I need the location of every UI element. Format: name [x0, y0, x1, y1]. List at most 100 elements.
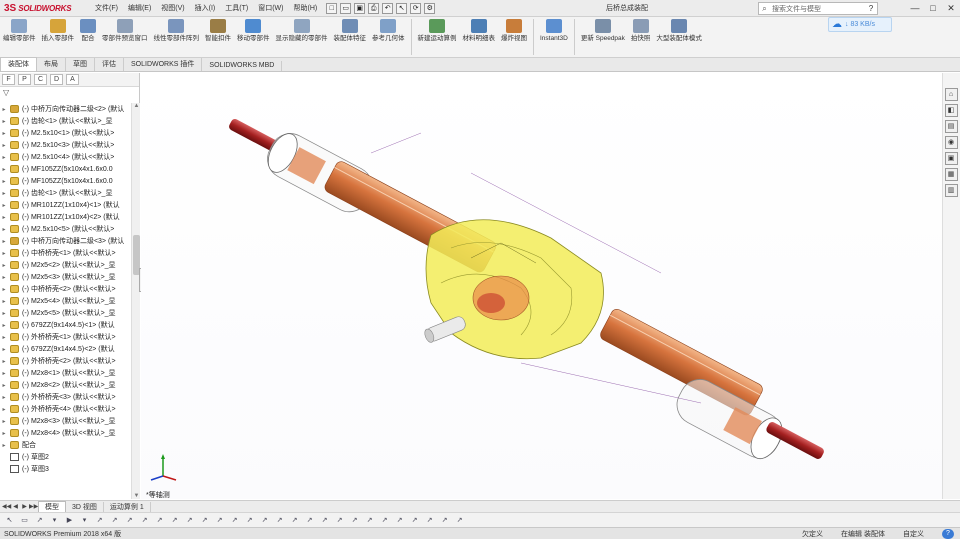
selection-tool-icon[interactable]: ↗	[139, 515, 150, 526]
tree-item[interactable]: ▸ (-) M2x8<1> (默认<<默认>_显	[0, 367, 131, 379]
ribbon-button[interactable]: 参考几何体	[372, 19, 405, 42]
tree-item[interactable]: ▸ (-) M2x5<3> (默认<<默认>_显	[0, 271, 131, 283]
select-icon[interactable]: ↖	[396, 2, 408, 14]
panel-tab-icon[interactable]: D	[50, 74, 63, 85]
selection-tool-icon[interactable]: ↗	[34, 515, 45, 526]
ribbon-button[interactable]: 显示隐藏的零部件	[276, 19, 328, 42]
tree-item[interactable]: ▸ (-) MF105ZZ(5x10x4x1.6x0.0	[0, 175, 131, 187]
ribbon-button[interactable]: 零部件预览窗口	[102, 19, 148, 42]
save-icon[interactable]: ▣	[354, 2, 366, 14]
tree-item[interactable]: ▸ (-) M2.5x10<4> (默认<<默认>	[0, 151, 131, 163]
selection-tool-icon[interactable]: ↗	[454, 515, 465, 526]
task-pane-icon[interactable]: ▦	[944, 168, 958, 181]
selection-tool-icon[interactable]: ↗	[229, 515, 240, 526]
tree-item[interactable]: ▸ (-) M2x5<4> (默认<<默认>_显	[0, 295, 131, 307]
tab-nav-icon[interactable]: ▶▶	[29, 503, 38, 510]
tree-item[interactable]: ▸ (-) MR101ZZ(1x10x4)<2> (默认	[0, 211, 131, 223]
selection-tool-icon[interactable]: ▾	[79, 515, 90, 526]
filter-icon[interactable]: ▽	[0, 87, 139, 99]
expand-icon[interactable]: ▸	[0, 214, 8, 221]
tree-item[interactable]: ▸ (-) M2x5<2> (默认<<默认>_显	[0, 259, 131, 271]
tab-nav-icon[interactable]: ◀	[11, 503, 20, 510]
menu-item[interactable]: 窗口(W)	[253, 3, 288, 13]
task-pane-icon[interactable]: ⌂	[944, 88, 958, 101]
tree-item[interactable]: ▸ (-) 外桥桥壳<3> (默认<<默认>	[0, 391, 131, 403]
tab-3d-views[interactable]: 3D 视图	[66, 501, 104, 512]
menu-item[interactable]: 工具(T)	[220, 3, 253, 13]
tree-item[interactable]: ▸ (-) 外桥桥壳<2> (默认<<默认>	[0, 355, 131, 367]
close-button[interactable]: ✕	[942, 0, 960, 17]
selection-tool-icon[interactable]: ↗	[364, 515, 375, 526]
task-pane-icon[interactable]: ▤	[944, 120, 958, 133]
ribbon-button[interactable]: 装配体特征	[334, 19, 366, 42]
expand-icon[interactable]: ▸	[0, 250, 8, 257]
tree-item[interactable]: ▸ (-) 679ZZ(9x14x4.5)<1> (默认	[0, 319, 131, 331]
expand-icon[interactable]: ▸	[0, 394, 8, 401]
selection-tool-icon[interactable]: ↗	[334, 515, 345, 526]
rear-axle-model[interactable]	[141, 73, 942, 499]
tab-model[interactable]: 模型	[38, 500, 66, 513]
selection-tool-icon[interactable]: ↗	[169, 515, 180, 526]
selection-tool-icon[interactable]: ↗	[154, 515, 165, 526]
ribbon-button[interactable]: 拍快照	[631, 19, 650, 42]
selection-tool-icon[interactable]: ↗	[424, 515, 435, 526]
tree-item[interactable]: ▸ (-) M2.5x10<5> (默认<<默认>	[0, 223, 131, 235]
panel-tab-icon[interactable]: F	[2, 74, 15, 85]
ribbon-button[interactable]: 更新 Speedpak	[581, 19, 625, 42]
solidworks-logo[interactable]: 3S SOLIDWORKS	[4, 3, 84, 14]
tree-item[interactable]: (-) 草图3	[0, 463, 131, 475]
tree-item[interactable]: ▸ (-) 齿轮<1> (默认<<默认>_显	[0, 187, 131, 199]
menu-item[interactable]: 帮助(H)	[288, 3, 322, 13]
panel-tab-icon[interactable]: A	[66, 74, 79, 85]
tree-item[interactable]: ▸ (-) 外桥桥壳<1> (默认<<默认>	[0, 331, 131, 343]
tree-item[interactable]: ▸ (-) M2x8<2> (默认<<默认>_显	[0, 379, 131, 391]
expand-icon[interactable]: ▸	[0, 262, 8, 269]
tree-item[interactable]: ▸ (-) 齿轮<1> (默认<<默认>_显	[0, 115, 131, 127]
tab-command[interactable]: 草图	[66, 58, 95, 71]
help-icon[interactable]: ?	[942, 528, 954, 539]
ribbon-button[interactable]: 插入零部件	[42, 19, 74, 42]
expand-icon[interactable]: ▸	[0, 142, 8, 149]
status-units[interactable]: 自定义	[903, 529, 924, 539]
expand-icon[interactable]: ▸	[0, 286, 8, 293]
expand-icon[interactable]: ▸	[0, 418, 8, 425]
expand-icon[interactable]: ▸	[0, 130, 8, 137]
selection-tool-icon[interactable]: ↗	[409, 515, 420, 526]
selection-tool-icon[interactable]: ↖	[4, 515, 15, 526]
menu-item[interactable]: 编辑(E)	[123, 3, 156, 13]
tree-item[interactable]: ▸ (-) M2.5x10<3> (默认<<默认>	[0, 139, 131, 151]
expand-icon[interactable]: ▸	[0, 406, 8, 413]
menu-item[interactable]: 插入(I)	[190, 3, 221, 13]
expand-icon[interactable]: ▸	[0, 190, 8, 197]
selection-tool-icon[interactable]: ▭	[19, 515, 30, 526]
expand-icon[interactable]: ▸	[0, 358, 8, 365]
expand-icon[interactable]: ▸	[0, 430, 8, 437]
expand-icon[interactable]: ▸	[0, 334, 8, 341]
ribbon-button[interactable]: 线性零部件阵列	[154, 19, 199, 42]
tree-item[interactable]: ▸ (-) 中桥万向传动器二级<3> (默认	[0, 235, 131, 247]
expand-icon[interactable]: ▸	[0, 238, 8, 245]
selection-tool-icon[interactable]: ↗	[109, 515, 120, 526]
differential-housing[interactable]	[425, 219, 604, 360]
expand-icon[interactable]: ▸	[0, 274, 8, 281]
tree-item[interactable]: ▸ (-) MF105ZZ(5x10x4x1.6x0.0	[0, 163, 131, 175]
tab-command[interactable]: 评估	[95, 58, 124, 71]
selection-tool-icon[interactable]: ↗	[214, 515, 225, 526]
tree-item[interactable]: ▸ (-) 外桥桥壳<4> (默认<<默认>	[0, 403, 131, 415]
undo-icon[interactable]: ↶	[382, 2, 394, 14]
task-pane-icon[interactable]: ◧	[944, 104, 958, 117]
tree-item[interactable]: ▸ (-) 679ZZ(9x14x4.5)<2> (默认	[0, 343, 131, 355]
ribbon-button[interactable]: 新建运动算例	[418, 19, 457, 42]
selection-tool-icon[interactable]: ↗	[379, 515, 390, 526]
expand-icon[interactable]: ▸	[0, 310, 8, 317]
ribbon-button[interactable]: Instant3D	[540, 19, 568, 42]
tree-item[interactable]: ▸ (-) 中桥桥壳<2> (默认<<默认>	[0, 283, 131, 295]
tree-item[interactable]: ▸ (-) M2x8<3> (默认<<默认>_显	[0, 415, 131, 427]
open-file-icon[interactable]: ▭	[340, 2, 352, 14]
ribbon-button[interactable]: 智能扣件	[205, 19, 231, 42]
tree-item[interactable]: ▸ (-) M2x5<5> (默认<<默认>_显	[0, 307, 131, 319]
ribbon-button[interactable]: 大型装配体模式	[656, 19, 702, 42]
scroll-up-icon[interactable]: ▲	[132, 103, 141, 109]
task-pane-icon[interactable]: ▣	[944, 152, 958, 165]
menu-item[interactable]: 视图(V)	[156, 3, 189, 13]
